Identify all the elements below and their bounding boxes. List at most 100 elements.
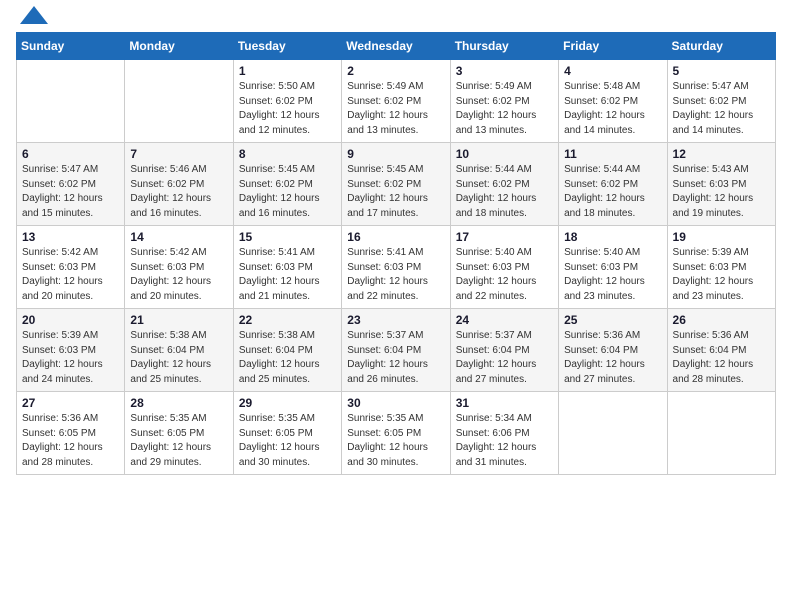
calendar-cell: 20 Sunrise: 5:39 AM Sunset: 6:03 PM Dayli… [17,309,125,392]
calendar-cell: 31 Sunrise: 5:34 AM Sunset: 6:06 PM Dayli… [450,392,558,475]
weekday-header-thursday: Thursday [450,33,558,60]
calendar-cell: 27 Sunrise: 5:36 AM Sunset: 6:05 PM Dayli… [17,392,125,475]
calendar-cell: 26Sunrise: 5:36 AM Sunset: 6:04 PM Dayli… [667,309,775,392]
calendar-cell: 30 Sunrise: 5:35 AM Sunset: 6:05 PM Dayli… [342,392,450,475]
calendar-cell [17,60,125,143]
day-info: Sunrise: 5:39 AM Sunset: 6:03 PM Dayligh… [673,246,770,304]
calendar-cell [125,60,233,143]
calendar-cell: 14 Sunrise: 5:42 AM Sunset: 6:03 PM Dayli… [125,226,233,309]
day-info: Sunrise: 5:49 AM Sunset: 6:02 PM Dayligh… [456,80,553,138]
day-number: 2 [347,64,444,78]
day-number: 5 [673,64,770,78]
day-number: 11 [564,147,661,161]
day-number: 20 [22,313,119,327]
day-number: 22 [239,313,336,327]
day-number: 15 [239,230,336,244]
day-info: Sunrise: 5:45 AM Sunset: 6:02 PM Dayligh… [239,163,336,221]
calendar-cell: 3 Sunrise: 5:49 AM Sunset: 6:02 PM Daylig… [450,60,558,143]
day-info: Sunrise: 5:42 AM Sunset: 6:03 PM Dayligh… [130,246,227,304]
day-info: Sunrise: 5:38 AM Sunset: 6:04 PM Dayligh… [239,329,336,387]
day-info: Sunrise: 5:45 AM Sunset: 6:02 PM Dayligh… [347,163,444,221]
day-info: Sunrise: 5:38 AM Sunset: 6:04 PM Dayligh… [130,329,227,387]
weekday-header-saturday: Saturday [667,33,775,60]
day-number: 23 [347,313,444,327]
day-info: Sunrise: 5:36 AM Sunset: 6:04 PM Dayligh… [564,329,661,387]
day-number: 9 [347,147,444,161]
logo-icon [20,6,48,24]
day-info: Sunrise: 5:35 AM Sunset: 6:05 PM Dayligh… [347,412,444,470]
weekday-header-wednesday: Wednesday [342,33,450,60]
day-number: 30 [347,396,444,410]
day-number: 25 [564,313,661,327]
day-number: 6 [22,147,119,161]
day-number: 16 [347,230,444,244]
calendar-cell [667,392,775,475]
day-info: Sunrise: 5:39 AM Sunset: 6:03 PM Dayligh… [22,329,119,387]
day-info: Sunrise: 5:50 AM Sunset: 6:02 PM Dayligh… [239,80,336,138]
day-info: Sunrise: 5:36 AM Sunset: 6:05 PM Dayligh… [22,412,119,470]
day-info: Sunrise: 5:44 AM Sunset: 6:02 PM Dayligh… [456,163,553,221]
calendar-cell: 19 Sunrise: 5:39 AM Sunset: 6:03 PM Dayli… [667,226,775,309]
day-info: Sunrise: 5:37 AM Sunset: 6:04 PM Dayligh… [347,329,444,387]
calendar-cell: 11 Sunrise: 5:44 AM Sunset: 6:02 PM Dayli… [559,143,667,226]
day-info: Sunrise: 5:34 AM Sunset: 6:06 PM Dayligh… [456,412,553,470]
calendar-cell: 15 Sunrise: 5:41 AM Sunset: 6:03 PM Dayli… [233,226,341,309]
day-number: 17 [456,230,553,244]
day-number: 27 [22,396,119,410]
logo [16,16,48,24]
day-number: 31 [456,396,553,410]
day-number: 4 [564,64,661,78]
calendar-cell: 23 Sunrise: 5:37 AM Sunset: 6:04 PM Dayli… [342,309,450,392]
calendar-cell: 4 Sunrise: 5:48 AM Sunset: 6:02 PM Daylig… [559,60,667,143]
calendar-week-5: 27 Sunrise: 5:36 AM Sunset: 6:05 PM Dayli… [17,392,776,475]
day-number: 26 [673,313,770,327]
day-number: 14 [130,230,227,244]
weekday-header-sunday: Sunday [17,33,125,60]
calendar-cell [559,392,667,475]
page-header [16,16,776,24]
calendar-cell: 29Sunrise: 5:35 AM Sunset: 6:05 PM Dayli… [233,392,341,475]
day-info: Sunrise: 5:42 AM Sunset: 6:03 PM Dayligh… [22,246,119,304]
calendar-cell: 8Sunrise: 5:45 AM Sunset: 6:02 PM Daylig… [233,143,341,226]
day-number: 3 [456,64,553,78]
weekday-header-monday: Monday [125,33,233,60]
calendar-cell: 2 Sunrise: 5:49 AM Sunset: 6:02 PM Daylig… [342,60,450,143]
calendar-cell: 24Sunrise: 5:37 AM Sunset: 6:04 PM Dayli… [450,309,558,392]
calendar-cell: 17Sunrise: 5:40 AM Sunset: 6:03 PM Dayli… [450,226,558,309]
day-number: 1 [239,64,336,78]
calendar-week-2: 6 Sunrise: 5:47 AM Sunset: 6:02 PM Daylig… [17,143,776,226]
calendar-week-4: 20 Sunrise: 5:39 AM Sunset: 6:03 PM Dayli… [17,309,776,392]
calendar-cell: 18 Sunrise: 5:40 AM Sunset: 6:03 PM Dayli… [559,226,667,309]
calendar-cell: 16Sunrise: 5:41 AM Sunset: 6:03 PM Dayli… [342,226,450,309]
calendar-cell: 5 Sunrise: 5:47 AM Sunset: 6:02 PM Daylig… [667,60,775,143]
day-info: Sunrise: 5:41 AM Sunset: 6:03 PM Dayligh… [239,246,336,304]
day-info: Sunrise: 5:49 AM Sunset: 6:02 PM Dayligh… [347,80,444,138]
calendar-cell: 22 Sunrise: 5:38 AM Sunset: 6:04 PM Dayli… [233,309,341,392]
day-number: 21 [130,313,227,327]
day-number: 13 [22,230,119,244]
day-info: Sunrise: 5:37 AM Sunset: 6:04 PM Dayligh… [456,329,553,387]
day-info: Sunrise: 5:48 AM Sunset: 6:02 PM Dayligh… [564,80,661,138]
day-number: 12 [673,147,770,161]
day-info: Sunrise: 5:43 AM Sunset: 6:03 PM Dayligh… [673,163,770,221]
calendar-cell: 13 Sunrise: 5:42 AM Sunset: 6:03 PM Dayli… [17,226,125,309]
day-number: 19 [673,230,770,244]
calendar-week-3: 13 Sunrise: 5:42 AM Sunset: 6:03 PM Dayli… [17,226,776,309]
calendar-cell: 7Sunrise: 5:46 AM Sunset: 6:02 PM Daylig… [125,143,233,226]
day-number: 7 [130,147,227,161]
calendar-cell: 25 Sunrise: 5:36 AM Sunset: 6:04 PM Dayli… [559,309,667,392]
day-info: Sunrise: 5:47 AM Sunset: 6:02 PM Dayligh… [22,163,119,221]
calendar-cell: 28Sunrise: 5:35 AM Sunset: 6:05 PM Dayli… [125,392,233,475]
calendar-table: SundayMondayTuesdayWednesdayThursdayFrid… [16,32,776,475]
day-info: Sunrise: 5:40 AM Sunset: 6:03 PM Dayligh… [564,246,661,304]
calendar-cell: 21 Sunrise: 5:38 AM Sunset: 6:04 PM Dayli… [125,309,233,392]
day-info: Sunrise: 5:44 AM Sunset: 6:02 PM Dayligh… [564,163,661,221]
calendar-week-1: 1 Sunrise: 5:50 AM Sunset: 6:02 PM Daylig… [17,60,776,143]
day-info: Sunrise: 5:35 AM Sunset: 6:05 PM Dayligh… [130,412,227,470]
weekday-header-row: SundayMondayTuesdayWednesdayThursdayFrid… [17,33,776,60]
day-info: Sunrise: 5:47 AM Sunset: 6:02 PM Dayligh… [673,80,770,138]
weekday-header-tuesday: Tuesday [233,33,341,60]
day-number: 10 [456,147,553,161]
day-number: 18 [564,230,661,244]
weekday-header-friday: Friday [559,33,667,60]
